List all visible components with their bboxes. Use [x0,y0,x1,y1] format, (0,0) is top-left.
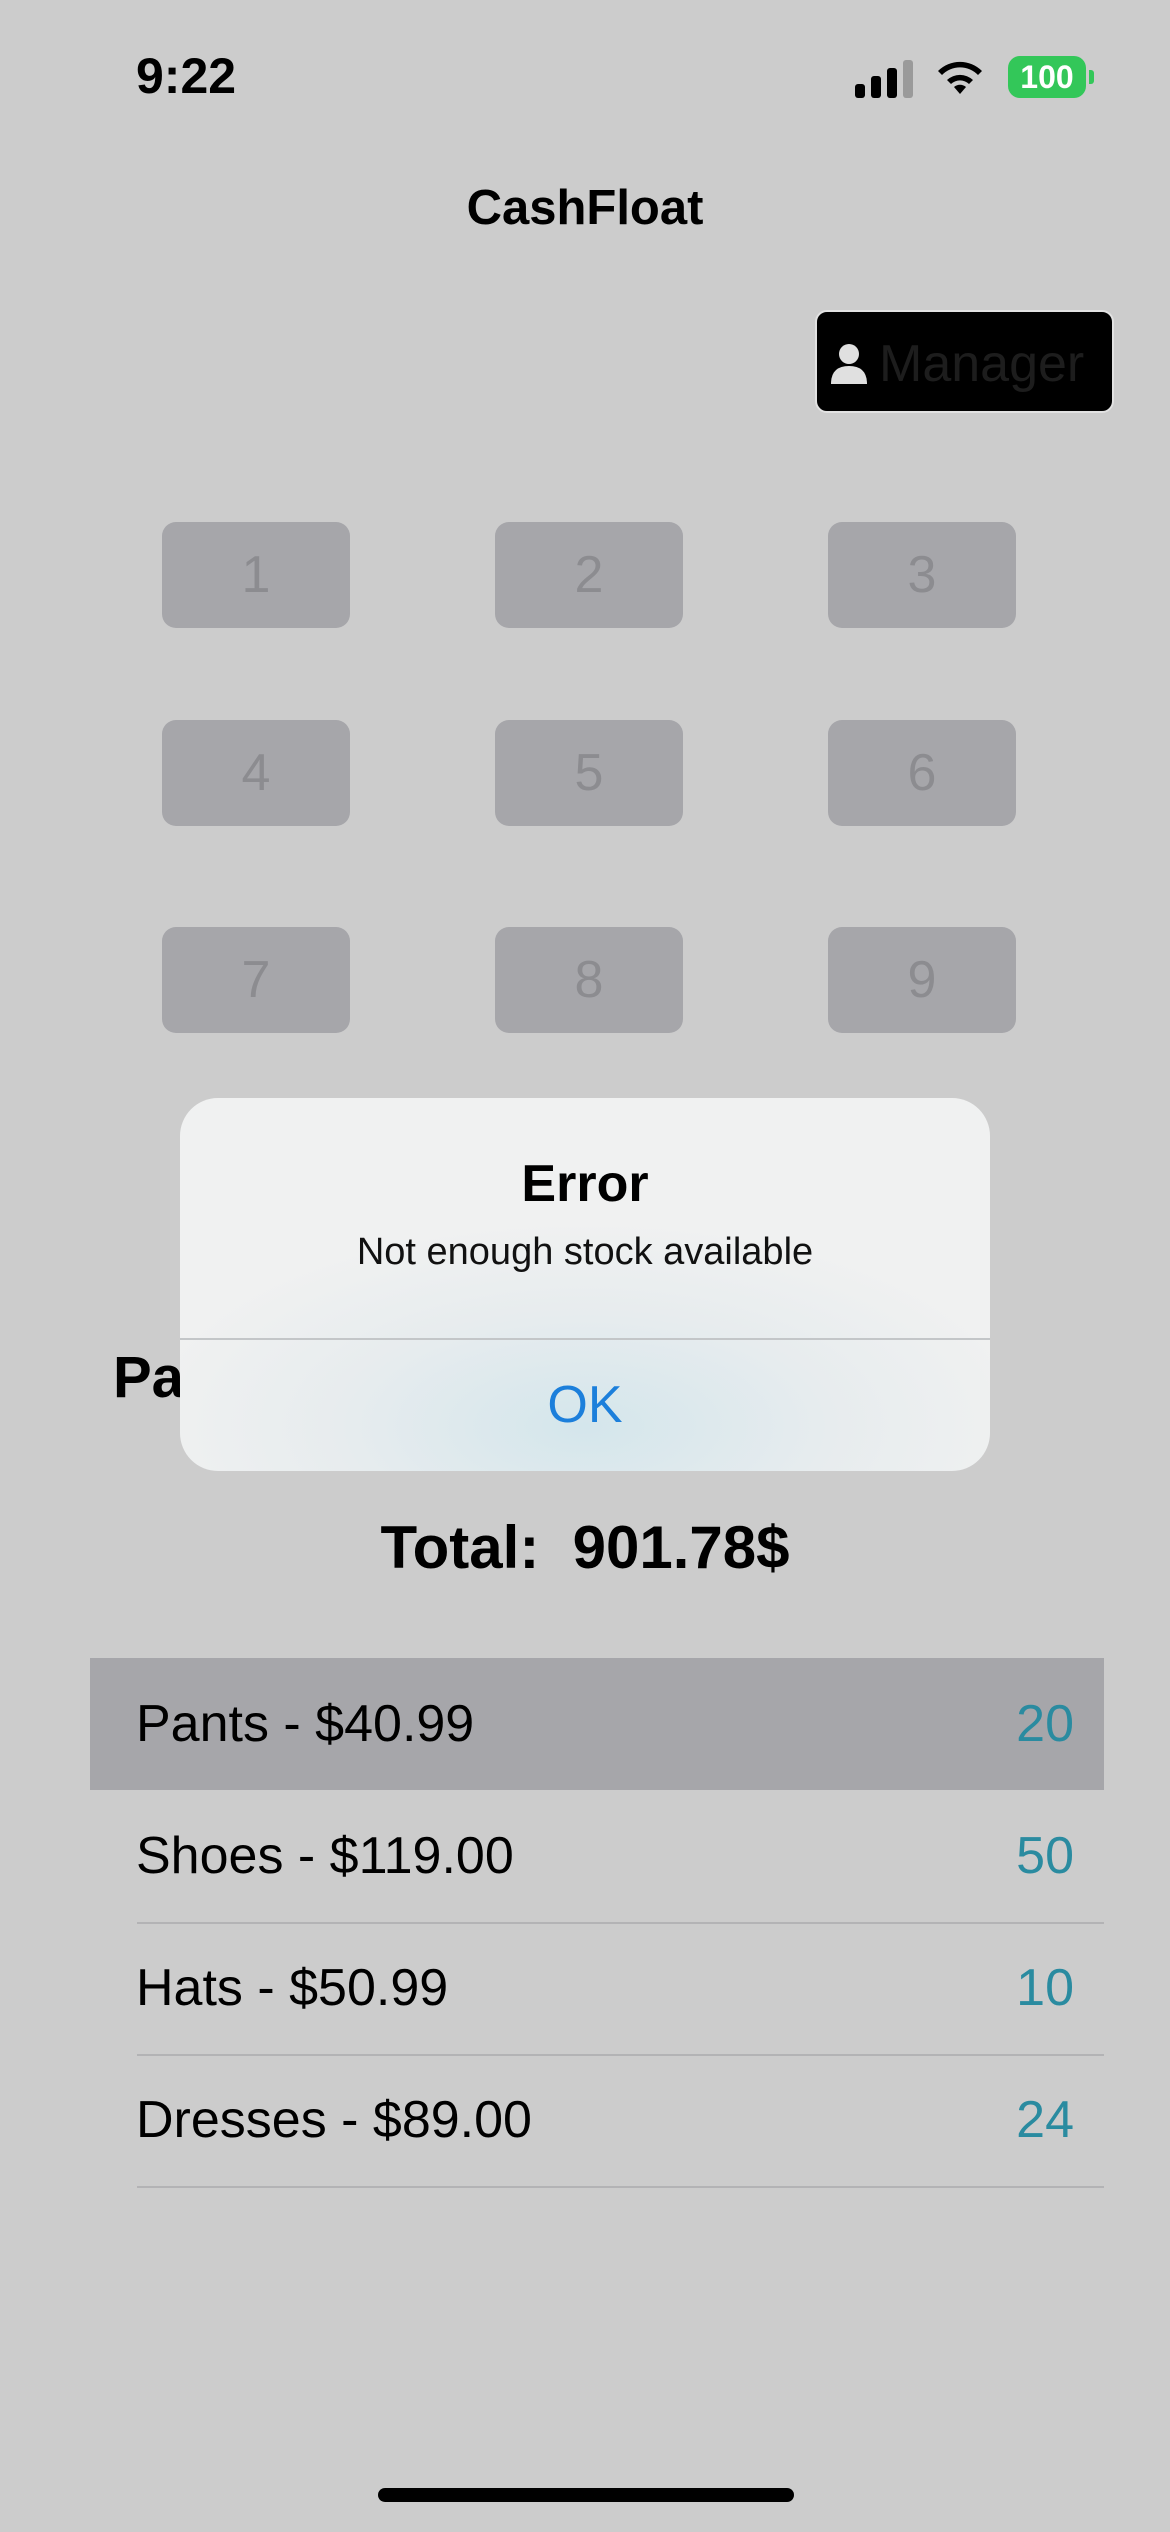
keypad-key-3[interactable]: 3 [828,522,1016,628]
keypad-key-5[interactable]: 5 [495,720,683,826]
product-quantity: 10 [1016,1959,1074,2017]
battery-nub [1089,70,1094,84]
battery-indicator: 100 [1008,56,1086,98]
keypad-key-9[interactable]: 9 [828,927,1016,1033]
app-title: CashFloat [466,181,704,235]
keypad-key-7[interactable]: 7 [162,927,350,1033]
product-quantity: 20 [1016,1695,1074,1753]
product-row-dresses[interactable]: Dresses - $89.00 24 [90,2054,1104,2186]
status-time: 9:22 [136,48,237,104]
keypad-key-4[interactable]: 4 [162,720,350,826]
total-value: 901.78$ [572,1514,790,1581]
product-quantity: 24 [1016,2091,1074,2149]
cellular-signal-icon [855,58,915,98]
alert-ok-button[interactable]: OK [180,1340,990,1471]
manager-button[interactable]: Manager [815,310,1114,413]
product-row-hats[interactable]: Hats - $50.99 10 [90,1922,1104,2054]
error-alert-dialog: Error Not enough stock available OK [180,1098,990,1471]
product-row-pants[interactable]: Pants - $40.99 20 [90,1658,1104,1790]
product-label: Pants - $40.99 [136,1695,475,1753]
total-display: Total: 901.78$ [0,1508,1170,1588]
alert-message: Not enough stock available [356,1231,814,1273]
product-label: Shoes - $119.00 [136,1827,514,1885]
person-icon [831,344,867,384]
product-label: Dresses - $89.00 [136,2091,532,2149]
keypad-key-8[interactable]: 8 [495,927,683,1033]
product-row-shoes[interactable]: Shoes - $119.00 50 [90,1790,1104,1922]
alert-title: Error [521,1155,649,1213]
home-indicator[interactable] [378,2488,794,2502]
keypad-key-6[interactable]: 6 [828,720,1016,826]
wifi-icon [938,61,982,94]
section-title-partial: Pa [113,1345,184,1410]
row-divider [137,2186,1104,2188]
keypad-key-1[interactable]: 1 [162,522,350,628]
product-label: Hats - $50.99 [136,1959,449,2017]
manager-button-label: Manager [879,335,1085,393]
total-label: Total: [380,1514,540,1581]
product-quantity: 50 [1016,1827,1074,1885]
keypad-key-2[interactable]: 2 [495,522,683,628]
